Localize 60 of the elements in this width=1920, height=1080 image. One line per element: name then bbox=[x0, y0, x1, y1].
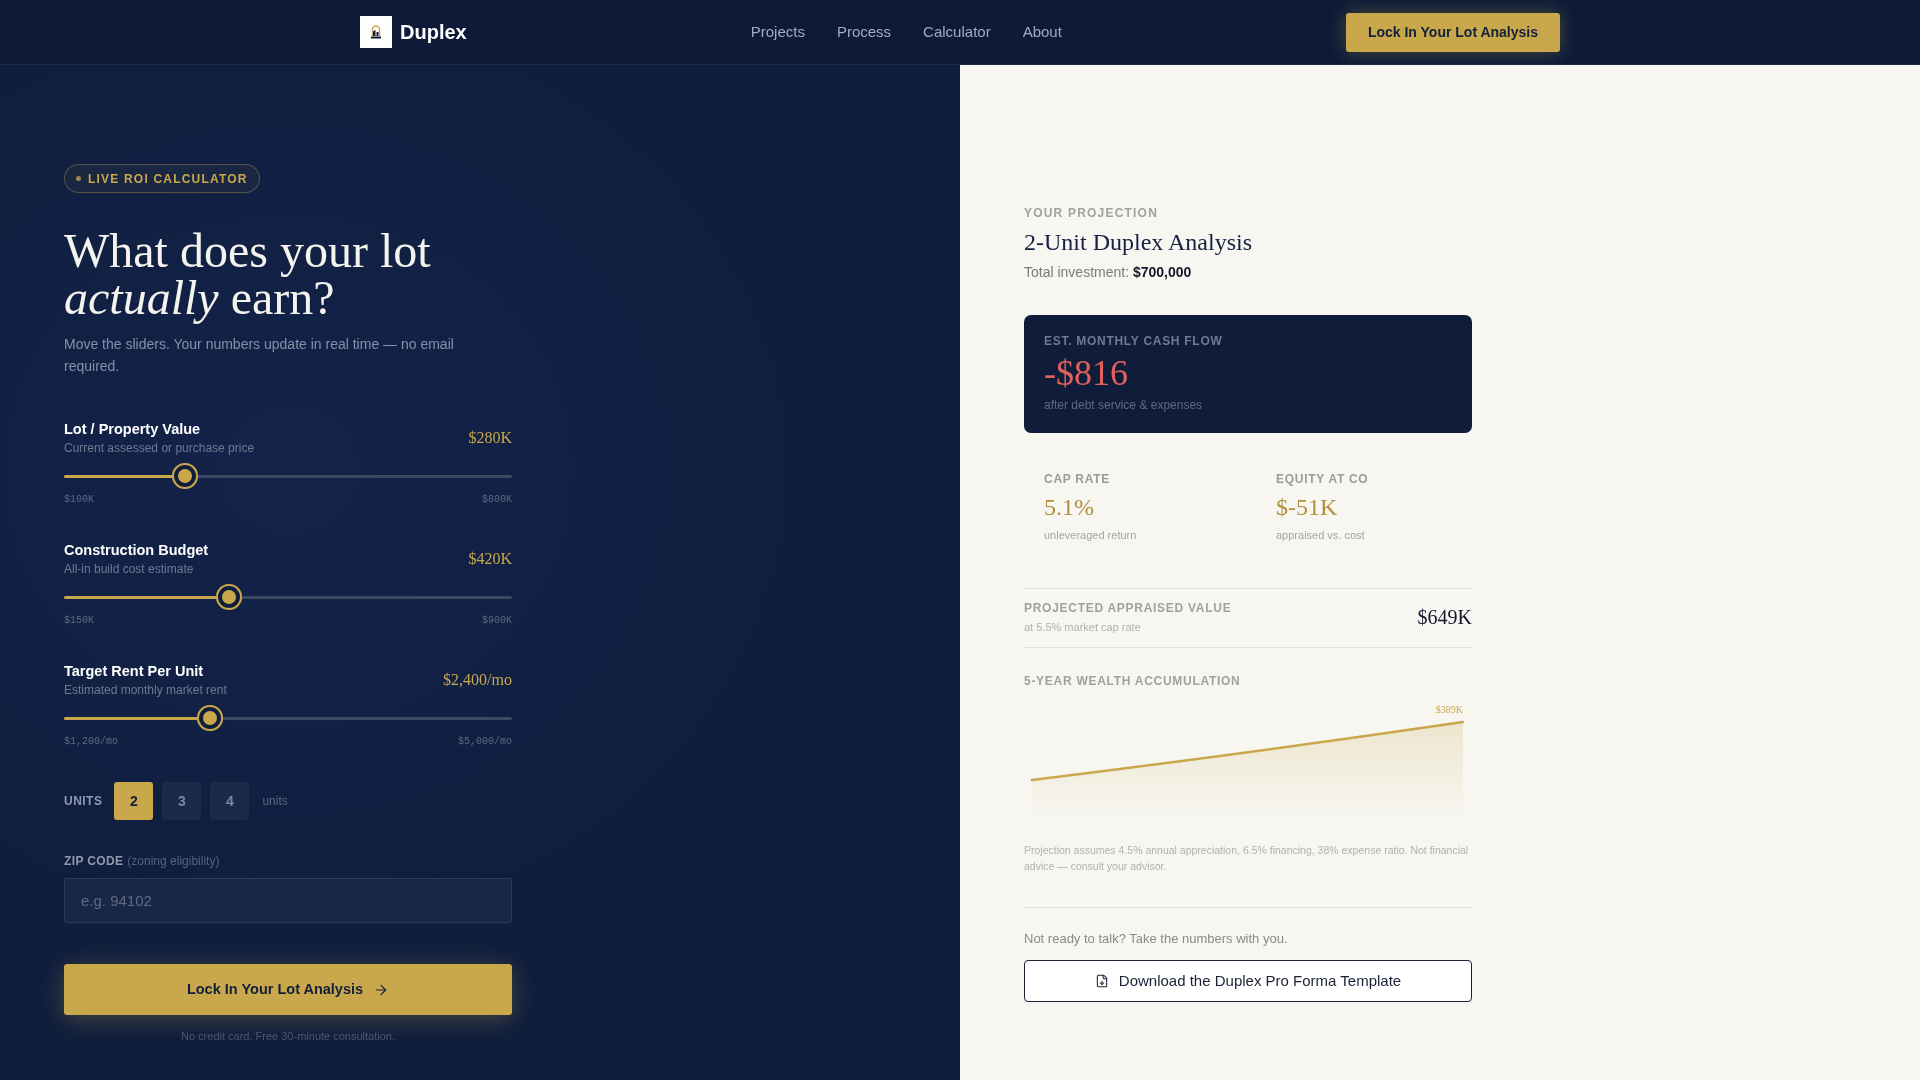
slider-thumb[interactable] bbox=[172, 463, 199, 489]
appraised-label: PROJECTED APPRAISED VALUE bbox=[1024, 600, 1232, 616]
slider-hint: All-in build cost estimate bbox=[64, 561, 195, 578]
metric-label: CAP RATE bbox=[1044, 471, 1111, 487]
zip-note: (zoning eligibility) bbox=[127, 853, 220, 869]
range-min-label: $100K bbox=[64, 493, 94, 507]
nav-link[interactable]: Calculator bbox=[923, 22, 991, 42]
download-prompt: Not ready to talk? Take the numbers with you. bbox=[1024, 930, 1289, 948]
logo-text: Duplex bbox=[400, 20, 467, 44]
metric-note: appraised vs. cost bbox=[1276, 528, 1366, 543]
zip-label: ZIP CODE bbox=[64, 853, 124, 869]
file-download-icon bbox=[1094, 974, 1109, 988]
slider-label: Lot / Property Value bbox=[64, 420, 202, 439]
nav-link[interactable]: Process bbox=[836, 22, 892, 42]
metric-label: EQUITY AT CO bbox=[1276, 471, 1370, 487]
metric-value: $-51K bbox=[1276, 493, 1339, 522]
logo-icon bbox=[360, 16, 392, 48]
slider-track[interactable] bbox=[64, 705, 512, 731]
slider-thumb[interactable] bbox=[197, 705, 224, 731]
range-max-label: $5,000/mo bbox=[458, 735, 512, 749]
submit-button[interactable]: Lock In Your Lot Analysis bbox=[64, 964, 512, 1015]
slider-thumb[interactable] bbox=[215, 584, 242, 610]
badge-text: LIVE ROI CALCULATOR bbox=[88, 170, 248, 188]
slider-hint: Current assessed or purchase price bbox=[64, 440, 255, 457]
unit-option[interactable]: 4 bbox=[210, 782, 250, 820]
disclaimer: Projection assumes 4.5% annual appreciation, 6.5% financing, 38% expense ratio. Not financial advice — consult your advisor. bbox=[1024, 843, 1470, 874]
range-min-label: $1,200/mo bbox=[64, 735, 118, 749]
cash-flow-value: -$816 bbox=[1044, 353, 1129, 393]
range-max-label: $800K bbox=[482, 493, 512, 507]
units-suffix: units bbox=[262, 793, 288, 810]
range-min-label: $150K bbox=[64, 614, 94, 628]
wealth-title: 5-YEAR WEALTH ACCUMULATION bbox=[1024, 673, 1242, 689]
slider-track[interactable] bbox=[64, 463, 512, 489]
slider-hint: Estimated monthly market rent bbox=[64, 682, 227, 699]
slider-value: $420K bbox=[468, 549, 512, 569]
range-max-label: $900K bbox=[482, 614, 512, 628]
cash-flow-label: EST. MONTHLY CASH FLOW bbox=[1044, 333, 1224, 349]
slider-label: Target Rent Per Unit bbox=[64, 662, 205, 681]
chart-end-label: $389K bbox=[1435, 704, 1463, 716]
unit-option[interactable]: 2 bbox=[114, 782, 154, 820]
cash-flow-note: after debt service & expenses bbox=[1044, 397, 1204, 413]
intro-text: Move the sliders. Your numbers update in real time — no email required. bbox=[64, 335, 455, 376]
eyebrow-label: YOUR PROJECTION bbox=[1024, 205, 1159, 221]
slider-track[interactable] bbox=[64, 584, 512, 610]
projection-title: 2-Unit Duplex Analysis bbox=[1024, 228, 1253, 257]
unit-option[interactable]: 3 bbox=[162, 782, 202, 820]
download-button[interactable]: Download the Duplex Pro Forma Template bbox=[1024, 960, 1472, 1002]
slider-label: Construction Budget bbox=[64, 541, 209, 560]
metric-note: unleveraged return bbox=[1044, 528, 1138, 543]
total-investment: Total investment: $700,000 bbox=[1024, 263, 1193, 282]
nav-link[interactable]: Projects bbox=[750, 22, 805, 42]
nav-link[interactable]: About bbox=[1022, 22, 1062, 42]
appraised-value: $649K bbox=[1417, 605, 1472, 629]
appraised-note: at 5.5% market cap rate bbox=[1024, 620, 1142, 634]
zip-input[interactable]: e.g. 94102 bbox=[64, 878, 512, 923]
units-label: UNITS bbox=[64, 793, 103, 810]
header-cta-button[interactable]: Lock In Your Lot Analysis bbox=[1345, 12, 1560, 52]
slider-value: $2,400/mo bbox=[443, 670, 512, 690]
slider-value: $280K bbox=[468, 428, 512, 448]
metric-value: 5.1% bbox=[1044, 493, 1095, 522]
